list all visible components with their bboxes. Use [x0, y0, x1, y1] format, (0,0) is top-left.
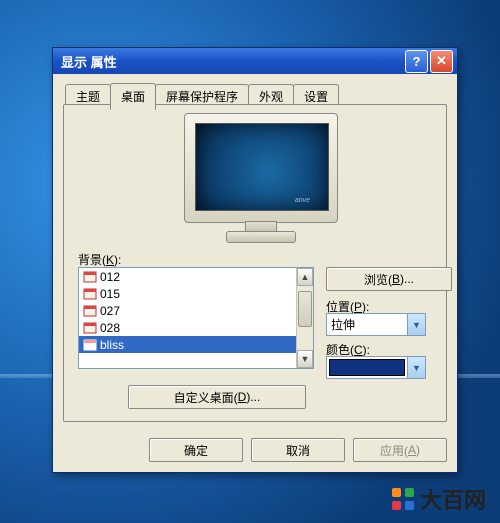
background-listbox[interactable]: 012 015 027 028 — [78, 267, 314, 369]
list-item-label: 028 — [100, 321, 120, 335]
watermark-logo-icon — [392, 488, 414, 510]
customize-desktop-button[interactable]: 自定义桌面(D)... — [128, 385, 306, 409]
scroll-track[interactable] — [297, 285, 313, 351]
titlebar[interactable]: 显示 属性 ? ✕ — [53, 48, 457, 74]
apply-button[interactable]: 应用(A) — [353, 438, 447, 462]
list-item-label: bliss — [100, 338, 124, 352]
browse-button[interactable]: 浏览(B)... — [326, 267, 452, 291]
list-item[interactable]: 015 — [79, 285, 313, 302]
color-swatch — [329, 359, 405, 376]
list-item-label: 012 — [100, 270, 120, 284]
cancel-button[interactable]: 取消 — [251, 438, 345, 462]
list-item[interactable]: 028 — [79, 319, 313, 336]
image-file-icon — [83, 288, 97, 300]
background-label: 背景(K): — [78, 251, 121, 268]
display-properties-window: 显示 属性 ? ✕ 主题 桌面 屏幕保护程序 外观 设置 anve — [52, 47, 458, 473]
list-item[interactable]: 027 — [79, 302, 313, 319]
image-file-icon — [83, 322, 97, 334]
chevron-down-icon[interactable]: ▼ — [407, 357, 425, 378]
list-item[interactable]: 012 — [79, 268, 313, 285]
scroll-down-button[interactable]: ▼ — [297, 350, 313, 368]
list-item-label: 027 — [100, 304, 120, 318]
chevron-down-icon[interactable]: ▼ — [407, 314, 425, 335]
close-button[interactable]: ✕ — [430, 50, 453, 73]
position-combo[interactable]: 拉伸 ▼ — [326, 313, 426, 336]
tab-desktop[interactable]: 桌面 — [110, 83, 156, 110]
watermark-text: 大百网 — [420, 483, 486, 515]
monitor-brand: anve — [295, 197, 310, 204]
image-file-icon — [83, 339, 97, 351]
list-item-label: 015 — [100, 287, 120, 301]
ok-button[interactable]: 确定 — [149, 438, 243, 462]
monitor-case: anve — [184, 113, 338, 223]
position-value: 拉伸 — [327, 314, 407, 335]
monitor-screen: anve — [195, 123, 329, 211]
color-combo[interactable]: ▼ — [326, 356, 426, 379]
scroll-thumb[interactable] — [298, 291, 312, 327]
window-body: 主题 桌面 屏幕保护程序 外观 设置 anve 背景(K): — [53, 74, 457, 472]
image-file-icon — [83, 305, 97, 317]
listbox-scrollbar[interactable]: ▲ ▼ — [296, 268, 313, 368]
desktop-background: 显示 属性 ? ✕ 主题 桌面 屏幕保护程序 外观 设置 anve — [0, 0, 500, 523]
list-item-selected[interactable]: bliss — [79, 336, 313, 353]
help-button[interactable]: ? — [405, 50, 428, 73]
window-title: 显示 属性 — [61, 52, 117, 71]
watermark: 大百网 — [392, 483, 486, 515]
scroll-up-button[interactable]: ▲ — [297, 268, 313, 286]
monitor-base — [226, 231, 296, 243]
monitor-preview: anve — [184, 113, 336, 243]
image-file-icon — [83, 271, 97, 283]
dialog-button-row: 确定 取消 应用(A) — [149, 438, 447, 462]
tab-panel: anve 背景(K): 012 015 — [63, 104, 447, 422]
